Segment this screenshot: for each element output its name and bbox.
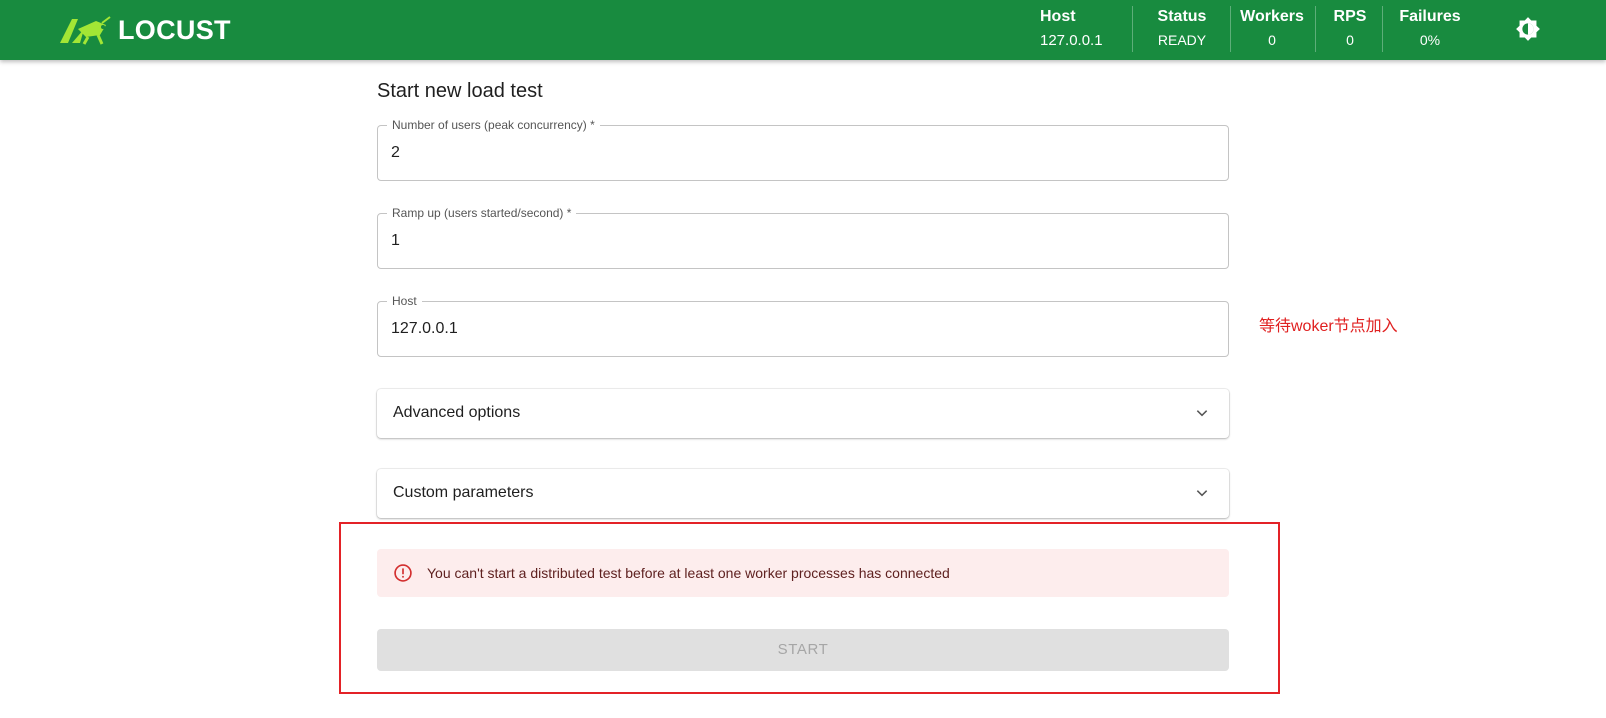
start-button[interactable]: START: [377, 629, 1229, 671]
advanced-options-label: Advanced options: [393, 404, 521, 421]
brand-name: LOCUST: [118, 14, 231, 45]
stat-rps: RPS 0: [1325, 7, 1375, 49]
ramp-up-input[interactable]: [391, 214, 1211, 268]
brightness-icon[interactable]: [1515, 16, 1541, 42]
stat-status-label: Status: [1157, 8, 1207, 25]
top-bar: LOCUST Host 127.0.0.1 Status READY Worke…: [0, 0, 1606, 60]
host-field[interactable]: Host: [377, 293, 1229, 357]
stat-host-value: 127.0.0.1: [1040, 32, 1103, 49]
host-input[interactable]: [391, 302, 1211, 356]
users-input[interactable]: [391, 126, 1211, 180]
stat-rps-label: RPS: [1333, 8, 1367, 25]
stat-divider: [1230, 6, 1231, 52]
chevron-down-icon: [1196, 410, 1208, 417]
stat-status: Status READY: [1142, 7, 1222, 49]
advanced-options-accordion[interactable]: Advanced options: [377, 389, 1229, 438]
stat-rps-value: 0: [1346, 32, 1354, 48]
locust-logo-icon: [60, 16, 111, 45]
stat-status-value: READY: [1157, 32, 1207, 48]
chevron-down-icon: [1196, 490, 1208, 497]
stat-failures-label: Failures: [1399, 8, 1461, 25]
stat-workers-label: Workers: [1240, 8, 1304, 25]
stat-workers-value: 0: [1268, 32, 1276, 48]
ramp-up-field[interactable]: Ramp up (users started/second) *: [377, 205, 1229, 269]
stat-divider: [1382, 6, 1383, 52]
error-alert-text: You can't start a distributed test befor…: [427, 565, 950, 581]
stat-workers: Workers 0: [1232, 7, 1312, 49]
custom-parameters-accordion[interactable]: Custom parameters: [377, 469, 1229, 518]
page-title: Start new load test: [377, 80, 543, 102]
custom-parameters-label: Custom parameters: [393, 484, 534, 501]
stat-divider: [1315, 6, 1316, 52]
error-alert: You can't start a distributed test befor…: [377, 549, 1229, 597]
annotation-text: 等待woker节点加入: [1259, 318, 1398, 335]
error-outline-icon: [394, 564, 412, 582]
locust-logo[interactable]: LOCUST: [58, 14, 231, 46]
stat-divider: [1132, 6, 1133, 52]
stat-host-label: Host: [1040, 8, 1076, 25]
stat-host: Host 127.0.0.1: [1040, 7, 1120, 49]
users-field[interactable]: Number of users (peak concurrency) *: [377, 117, 1229, 181]
stat-failures-value: 0%: [1419, 32, 1441, 48]
stat-failures: Failures 0%: [1390, 7, 1470, 49]
